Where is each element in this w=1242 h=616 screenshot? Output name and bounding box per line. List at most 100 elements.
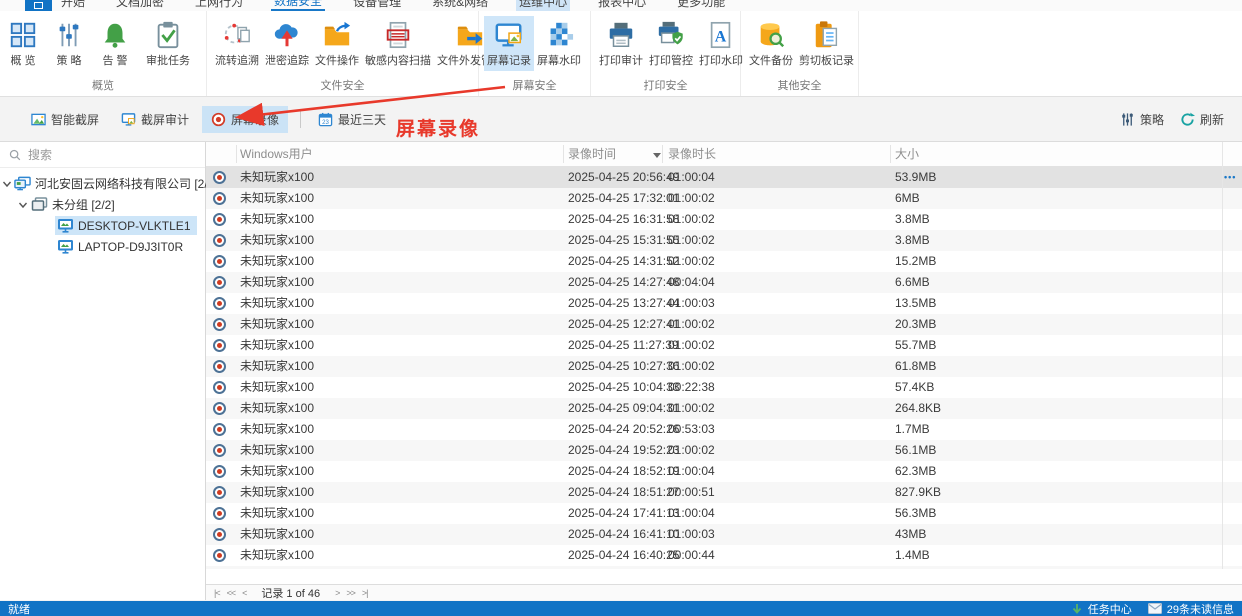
task-center-button[interactable]: 任务中心 — [1088, 601, 1132, 616]
table-row[interactable]: 未知玩家x100 2025-04-25 12:27:41 01:00:02 20.3M… — [206, 314, 1242, 335]
printer-shield-icon — [656, 20, 686, 50]
recordings-table: Windows用户 录像时间 录像时长 大小 未知玩家x100 2025-04-2… — [206, 142, 1242, 600]
table-row[interactable]: 未知玩家x100 2025-04-24 18:51:27 00:00:51 827.9… — [206, 482, 1242, 503]
table-row[interactable]: 未知玩家x100 2025-04-24 20:52:26 00:53:03 1.7MB — [206, 419, 1242, 440]
pagination-next-group: > >> >| — [335, 588, 369, 598]
tree-item-LAPTOP-D9J3IT0R[interactable]: LAPTOP-D9J3IT0R — [0, 236, 205, 257]
table-row[interactable]: 未知玩家x100 2025-04-25 13:27:44 01:00:03 13.5M… — [206, 293, 1242, 314]
ribbon-button-策略[interactable]: 策 略 — [51, 16, 87, 71]
sort-descending-icon[interactable] — [653, 153, 661, 158]
doc-scan-icon — [383, 20, 413, 50]
toolbar-button-策略[interactable]: 策略 — [1118, 107, 1166, 132]
table-row[interactable]: 未知玩家x100 2025-04-25 10:27:36 01:00:02 61.8M… — [206, 356, 1242, 377]
ribbon-button-文件操作[interactable]: 文件操作 — [312, 16, 362, 71]
table-row[interactable]: 未知玩家x100 2025-04-25 11:27:39 01:00:02 55.7M… — [206, 335, 1242, 356]
table-row[interactable]: 未知玩家x100 2025-04-25 20:56:49 01:00:04 53.9M… — [206, 167, 1242, 188]
record-icon — [213, 486, 226, 499]
ribbon-button-敏感内容扫描[interactable]: 敏感内容扫描 — [362, 16, 434, 71]
table-row[interactable]: 未知玩家x100 2025-04-25 14:27:48 00:04:04 6.6MB — [206, 272, 1242, 293]
record-icon — [213, 255, 226, 268]
ribbon-group-其他安全: 文件备份 剪切板记录 其他安全 — [741, 11, 859, 96]
file-menu-button[interactable] — [25, 0, 52, 11]
ribbon-button-剪切板记录[interactable]: 剪切板记录 — [796, 16, 857, 71]
tree-item-content: LAPTOP-D9J3IT0R — [55, 237, 189, 256]
table-row[interactable]: 未知玩家x100 2025-04-25 14:31:52 01:00:02 15.2M… — [206, 251, 1242, 272]
pagination-button[interactable]: > — [335, 588, 340, 598]
tab-上网行为[interactable]: 上网行为 — [192, 0, 246, 11]
ribbon-button-屏幕水印[interactable]: 屏幕水印 — [534, 16, 584, 71]
cell-windows-user: 未知玩家x100 — [240, 233, 315, 247]
ribbon-button-打印水印[interactable]: A 打印水印 — [696, 16, 746, 71]
table-row[interactable]: 未知玩家x100 2025-04-25 10:04:33 00:22:38 57.4K… — [206, 377, 1242, 398]
ribbon-button-泄密追踪[interactable]: 泄密追踪 — [262, 16, 312, 71]
pagination-button[interactable]: < — [242, 588, 247, 598]
tab-运维中心[interactable]: 运维中心 — [516, 0, 571, 11]
ribbon-button-流转追溯[interactable]: 流转追溯 — [212, 16, 262, 71]
pagination-button[interactable]: >| — [362, 588, 369, 598]
cell-duration: 01:00:03 — [668, 296, 715, 310]
table-row[interactable]: 未知玩家x100 2025-04-24 16:41:10 01:00:03 43MB — [206, 524, 1242, 545]
ribbon-button-打印管控[interactable]: 打印管控 — [646, 16, 696, 71]
tree-item-河北安固云网络科技有限公司[interactable]: 河北安固云网络科技有限公司 [2/2] — [0, 173, 218, 194]
unread-messages-button[interactable]: 29条未读信息 — [1167, 601, 1234, 616]
column-header-record-time[interactable]: 录像时间 — [568, 142, 616, 167]
toolbar-button-label: 最近三天 — [338, 112, 387, 127]
ribbon-group-文件安全: 流转追溯 泄密追踪 文件操作 敏感内容扫描 文件外发管控 文件安全 — [207, 11, 503, 96]
tab-设备管理[interactable]: 设备管理 — [350, 0, 404, 11]
tree-item-DESKTOP-VLKTLE1[interactable]: DESKTOP-VLKTLE1 — [0, 215, 205, 236]
toolbar-button-屏幕录像[interactable]: 屏幕录像 — [202, 105, 289, 133]
table-row[interactable]: 未知玩家x100 2025-04-24 19:52:23 01:00:02 56.1M… — [206, 440, 1242, 461]
ribbon-button-label: 告 警 — [102, 55, 128, 67]
tree-item-label: 河北安固云网络科技有限公司 [2/2] — [35, 177, 218, 191]
table-row[interactable]: 未知玩家x100 2025-04-25 17:32:01 01:00:02 6MB — [206, 188, 1242, 209]
row-actions-button[interactable]: ••• — [1224, 167, 1236, 188]
column-header-duration[interactable]: 录像时长 — [668, 142, 716, 167]
tab-数据安全[interactable]: 数据安全 — [271, 0, 326, 11]
cell-record-time: 2025-04-25 14:31:52 — [568, 254, 680, 268]
tab-开始[interactable]: 开始 — [58, 0, 88, 11]
record-icon — [213, 381, 226, 394]
cell-record-time: 2025-04-24 18:52:19 — [568, 464, 680, 478]
ribbon-button-屏幕记录[interactable]: 屏幕记录 — [484, 16, 534, 71]
sliders-small-icon — [1120, 112, 1135, 127]
cell-record-time: 2025-04-25 16:31:58 — [568, 212, 680, 226]
toolbar-button-刷新[interactable]: 刷新 — [1178, 107, 1226, 132]
ribbon-group-label: 文件安全 — [320, 80, 365, 92]
tree-item-未分组[interactable]: 未分组 [2/2] — [0, 194, 205, 215]
table-row[interactable]: 未知玩家x100 2025-04-25 16:31:58 01:00:02 3.8MB — [206, 209, 1242, 230]
tab-报表中心[interactable]: 报表中心 — [595, 0, 649, 11]
tree-item-content: 未分组 [2/2] — [29, 194, 121, 215]
cell-duration: 01:00:02 — [668, 317, 715, 331]
pagination-button[interactable]: << — [227, 588, 236, 598]
cell-record-time: 2025-04-24 15:22:06 — [568, 566, 679, 569]
ribbon-button-概览[interactable]: 概 览 — [5, 16, 41, 71]
table-row[interactable]: 未知玩家x100 2025-04-25 15:31:55 01:00:02 3.8MB — [206, 230, 1242, 251]
cell-record-time: 2025-04-25 14:27:48 — [568, 275, 680, 289]
ribbon-button-文件备份[interactable]: 文件备份 — [746, 16, 796, 71]
cell-duration: 00:22:38 — [668, 380, 715, 394]
toolbar-button-智能截屏[interactable]: 智能截屏 — [22, 106, 108, 133]
ribbon-button-告警[interactable]: 告 警 — [97, 16, 133, 71]
table-row[interactable]: 未知玩家x100 2025-04-24 16:40:25 00:00:44 1.4MB — [206, 545, 1242, 566]
column-header-windows-user[interactable]: Windows用户 — [240, 142, 313, 167]
tab-更多功能[interactable]: 更多功能 — [674, 0, 728, 11]
expand-chevron-icon[interactable] — [2, 179, 12, 189]
search-input[interactable] — [28, 147, 178, 162]
pagination-button[interactable]: |< — [214, 588, 221, 598]
expand-chevron-icon[interactable] — [16, 200, 29, 210]
pagination-button[interactable]: >> — [346, 588, 355, 598]
table-row[interactable]: 未知玩家x100 2025-04-24 15:22:0601:00:04 71.3M… — [206, 566, 1242, 569]
tab-系统&网络[interactable]: 系统&网络 — [429, 0, 491, 11]
ribbon-button-审批任务[interactable]: 审批任务 — [143, 16, 193, 71]
tab-文档加密[interactable]: 文档加密 — [113, 0, 167, 11]
toolbar-button-label: 截屏审计 — [141, 112, 190, 127]
table-row[interactable]: 未知玩家x100 2025-04-25 09:04:31 01:00:02 264.8… — [206, 398, 1242, 419]
column-header-size[interactable]: 大小 — [895, 142, 919, 167]
toolbar-button-截屏审计[interactable]: 截屏审计 — [112, 106, 198, 133]
cell-windows-user: 未知玩家x100 — [240, 401, 315, 415]
table-row[interactable]: 未知玩家x100 2025-04-24 17:41:13 01:00:04 56.3M… — [206, 503, 1242, 524]
table-row[interactable]: 未知玩家x100 2025-04-24 18:52:19 01:00:04 62.3M… — [206, 461, 1242, 482]
record-icon — [213, 192, 226, 205]
ribbon-button-打印审计[interactable]: 打印审计 — [596, 16, 646, 71]
toolbar-button-最近三天[interactable]: 23 最近三天 — [309, 106, 395, 133]
